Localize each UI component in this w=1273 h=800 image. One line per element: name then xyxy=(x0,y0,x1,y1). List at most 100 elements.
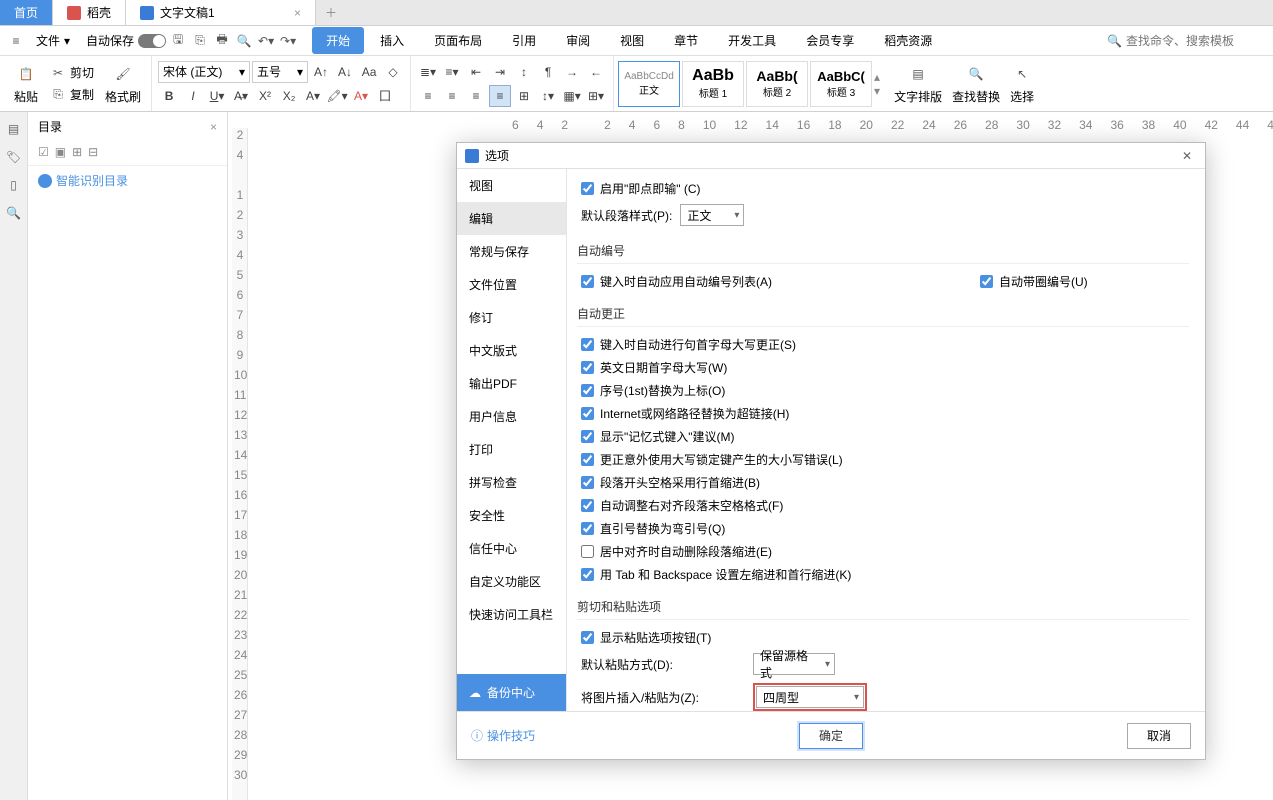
font-name-select[interactable]: 宋体 (正文)▾ xyxy=(158,61,250,83)
bullets-button[interactable]: ≣▾ xyxy=(417,61,439,83)
bookmark-rail-icon[interactable]: ▯ xyxy=(5,176,23,194)
sort-button[interactable]: ↕ xyxy=(513,61,535,83)
outline-rail-icon[interactable]: ▤ xyxy=(5,120,23,138)
ac-checkbox[interactable] xyxy=(581,545,594,558)
char-border-button[interactable]: 囗 xyxy=(374,85,396,107)
dialog-nav-item[interactable]: 安全性 xyxy=(457,499,566,532)
dialog-nav-item[interactable]: 输出PDF xyxy=(457,367,566,400)
minus-icon[interactable]: ⊟ xyxy=(88,145,98,159)
highlight-button[interactable]: 🖍▾ xyxy=(326,85,348,107)
numbering-button[interactable]: ≡▾ xyxy=(441,61,463,83)
show-marks-button[interactable]: ¶ xyxy=(537,61,559,83)
export-icon[interactable]: ⎘ xyxy=(190,31,210,51)
dialog-nav-item[interactable]: 拼写检查 xyxy=(457,466,566,499)
ac-checkbox[interactable] xyxy=(581,522,594,535)
image-icon[interactable]: ▣ xyxy=(55,145,66,159)
dialog-nav-item[interactable]: 修订 xyxy=(457,301,566,334)
show-paste-btn-checkbox[interactable] xyxy=(581,631,594,644)
align-left-button[interactable]: ≡ xyxy=(417,85,439,107)
indent-inc-button[interactable]: ⇥ xyxy=(489,61,511,83)
ribbon-tab-insert[interactable]: 插入 xyxy=(366,27,418,54)
add-tab-button[interactable]: ＋ xyxy=(316,0,346,25)
align-justify-button[interactable]: ≡ xyxy=(489,85,511,107)
indent-dec-button[interactable]: ⇤ xyxy=(465,61,487,83)
tips-link[interactable]: ⓘ操作技巧 xyxy=(471,727,535,744)
ribbon-tab-member[interactable]: 会员专享 xyxy=(792,27,868,54)
change-case-button[interactable]: Aa xyxy=(358,61,380,83)
font-size-select[interactable]: 五号▾ xyxy=(252,61,308,83)
underline-button[interactable]: U▾ xyxy=(206,85,228,107)
dialog-nav-item[interactable]: 信任中心 xyxy=(457,532,566,565)
ac-checkbox[interactable] xyxy=(581,499,594,512)
ribbon-tab-view[interactable]: 视图 xyxy=(606,27,658,54)
hamburger-icon[interactable]: ≡ xyxy=(6,31,26,51)
font-shrink-button[interactable]: A↓ xyxy=(334,61,356,83)
superscript-button[interactable]: X² xyxy=(254,85,276,107)
style-h3[interactable]: AaBbC(标题 3 xyxy=(810,61,872,107)
plus-icon[interactable]: ⊞ xyxy=(72,145,82,159)
line-spacing-button[interactable]: ↕▾ xyxy=(537,85,559,107)
dialog-nav-item[interactable]: 快速访问工具栏 xyxy=(457,598,566,631)
borders-button[interactable]: ⊞▾ xyxy=(585,85,607,107)
backup-center-button[interactable]: ☁备份中心 xyxy=(457,674,566,711)
auto-number-a-checkbox[interactable] xyxy=(581,275,594,288)
ribbon-tab-start[interactable]: 开始 xyxy=(312,27,364,54)
dialog-nav-item[interactable]: 常规与保存 xyxy=(457,235,566,268)
ribbon-tab-resource[interactable]: 稻壳资源 xyxy=(870,27,946,54)
cancel-button[interactable]: 取消 xyxy=(1127,723,1191,749)
rtl-button[interactable]: ← xyxy=(585,61,607,83)
ribbon-tab-layout[interactable]: 页面布局 xyxy=(420,27,496,54)
ac-checkbox[interactable] xyxy=(581,453,594,466)
text-effects-button[interactable]: A▾ xyxy=(302,85,324,107)
check-icon[interactable]: ☑ xyxy=(38,145,49,159)
text-layout-button[interactable]: ▤文字排版 xyxy=(890,60,946,107)
distribute-button[interactable]: ⊞ xyxy=(513,85,535,107)
dialog-nav-item[interactable]: 自定义功能区 xyxy=(457,565,566,598)
default-para-select[interactable]: 正文 xyxy=(680,204,744,226)
ok-button[interactable]: 确定 xyxy=(799,723,863,749)
command-search[interactable]: 🔍 xyxy=(1107,34,1267,48)
strike-button[interactable]: A̶▾ xyxy=(230,85,252,107)
clear-format-button[interactable]: ◇ xyxy=(382,61,404,83)
ac-checkbox[interactable] xyxy=(581,361,594,374)
ac-checkbox[interactable] xyxy=(581,430,594,443)
dialog-nav-item[interactable]: 打印 xyxy=(457,433,566,466)
insert-img-select[interactable]: 四周型 xyxy=(756,686,864,708)
style-normal[interactable]: AaBbCcDd正文 xyxy=(618,61,680,107)
align-center-button[interactable]: ≡ xyxy=(441,85,463,107)
bold-button[interactable]: B xyxy=(158,85,180,107)
ribbon-tab-chapter[interactable]: 章节 xyxy=(660,27,712,54)
auto-number-u-checkbox[interactable] xyxy=(980,275,993,288)
click-type-checkbox[interactable] xyxy=(581,182,594,195)
format-painter-button[interactable]: 🖌格式刷 xyxy=(101,60,145,107)
tab-home[interactable]: 首页 xyxy=(0,0,53,25)
autosave-toggle[interactable]: 自动保存 xyxy=(86,32,166,49)
close-icon[interactable]: ✕ xyxy=(1177,146,1197,166)
ribbon-tab-review[interactable]: 审阅 xyxy=(552,27,604,54)
shading-button[interactable]: ▦▾ xyxy=(561,85,583,107)
preview-icon[interactable]: 🔍 xyxy=(234,31,254,51)
tag-rail-icon[interactable]: 🏷 xyxy=(5,148,23,166)
default-paste-select[interactable]: 保留源格式 xyxy=(753,653,835,675)
style-scroll[interactable]: ▴▾ xyxy=(874,70,880,98)
redo-icon[interactable]: ↷▾ xyxy=(278,31,298,51)
file-menu-button[interactable]: 文件▾ xyxy=(28,29,78,52)
ribbon-tab-ref[interactable]: 引用 xyxy=(498,27,550,54)
dialog-nav-item[interactable]: 中文版式 xyxy=(457,334,566,367)
ac-checkbox[interactable] xyxy=(581,476,594,489)
ltr-button[interactable]: → xyxy=(561,61,583,83)
save-icon[interactable]: 🖫 xyxy=(168,31,188,51)
font-grow-button[interactable]: A↑ xyxy=(310,61,332,83)
dialog-nav-item[interactable]: 编辑 xyxy=(457,202,566,235)
italic-button[interactable]: I xyxy=(182,85,204,107)
close-icon[interactable]: × xyxy=(294,6,301,20)
tab-shell[interactable]: 稻壳 xyxy=(53,0,126,25)
copy-button[interactable]: ⎘复制 xyxy=(46,85,97,105)
align-right-button[interactable]: ≡ xyxy=(465,85,487,107)
ac-checkbox[interactable] xyxy=(581,568,594,581)
style-h1[interactable]: AaBb标题 1 xyxy=(682,61,744,107)
select-button[interactable]: ↖选择 xyxy=(1006,60,1038,107)
paste-button[interactable]: 📋粘贴 xyxy=(10,60,42,107)
ac-checkbox[interactable] xyxy=(581,407,594,420)
ribbon-tab-dev[interactable]: 开发工具 xyxy=(714,27,790,54)
